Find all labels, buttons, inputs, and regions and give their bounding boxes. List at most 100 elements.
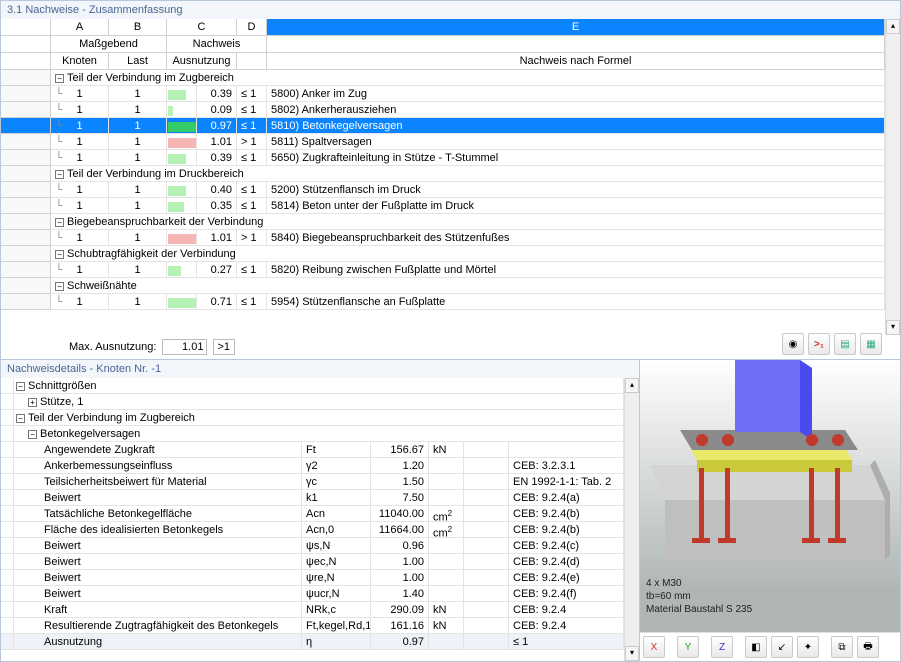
hdr-last[interactable]: Last (109, 53, 167, 70)
table-cell[interactable]: 1 (109, 182, 167, 198)
table-cell[interactable] (1, 150, 51, 166)
table-cell[interactable]: ≤ 1 (237, 262, 267, 278)
table-cell[interactable]: └1 (51, 198, 109, 214)
table-cell[interactable]: 5814) Beton unter der Fußplatte im Druck (267, 198, 885, 214)
table-cell[interactable]: └1 (51, 102, 109, 118)
print-icon[interactable]: 🖶 (857, 636, 879, 658)
group-header[interactable]: −Schubtragfähigkeit der Verbindung (51, 246, 885, 262)
col-C[interactable]: C (167, 19, 237, 36)
table-cell[interactable]: └1 (51, 294, 109, 310)
table-cell[interactable]: > 1 (237, 134, 267, 150)
table-cell[interactable]: 1 (109, 262, 167, 278)
table-cell[interactable]: 5811) Spaltversagen (267, 134, 885, 150)
table-cell[interactable]: └1 (51, 230, 109, 246)
table-cell[interactable] (167, 102, 197, 118)
table-cell[interactable]: 5800) Anker im Zug (267, 86, 885, 102)
table-cell[interactable]: └1 (51, 86, 109, 102)
table-cell[interactable]: ≤ 1 (237, 118, 267, 134)
group-header[interactable]: −Teil der Verbindung im Zugbereich (51, 70, 885, 86)
table-cell[interactable]: 1 (109, 150, 167, 166)
table-cell[interactable] (167, 150, 197, 166)
table-cell[interactable]: └1 (51, 118, 109, 134)
table-cell[interactable]: └1 (51, 182, 109, 198)
table-cell[interactable]: 1 (109, 134, 167, 150)
table-cell[interactable]: ≤ 1 (237, 150, 267, 166)
table-cell[interactable]: 5650) Zugkrafteinleitung in Stütze - T-S… (267, 150, 885, 166)
detail-cell[interactable]: −Betonkegelversagen (14, 426, 624, 442)
table-cell[interactable]: ≤ 1 (237, 198, 267, 214)
table-cell[interactable]: 5200) Stützenflansch im Druck (267, 182, 885, 198)
table-cell[interactable]: 1 (109, 230, 167, 246)
table-cell[interactable]: ≤ 1 (237, 182, 267, 198)
col-A[interactable]: A (51, 19, 109, 36)
table-cell[interactable]: 1 (109, 102, 167, 118)
table-cell[interactable] (1, 118, 51, 134)
col-B[interactable]: B (109, 19, 167, 36)
detail-cell[interactable]: −Teil der Verbindung im Zugbereich (14, 410, 624, 426)
table-cell[interactable] (1, 230, 51, 246)
table-cell[interactable] (167, 118, 197, 134)
table-cell[interactable]: 0.97 (197, 118, 237, 134)
table-cell[interactable] (167, 294, 197, 310)
model-viewer[interactable]: 4 x M30 tb=60 mm Material Baustahl S 235 (640, 360, 900, 632)
copy-icon[interactable]: ⧉ (831, 636, 853, 658)
hdr-formel[interactable]: Nachweis nach Formel (267, 53, 885, 70)
table-cell[interactable]: 0.71 (197, 294, 237, 310)
table-cell[interactable] (1, 134, 51, 150)
detail-cell[interactable]: +Stütze, 1 (14, 394, 624, 410)
table-cell[interactable]: 1 (109, 294, 167, 310)
table-cell[interactable]: └1 (51, 262, 109, 278)
preview-icon[interactable]: ◉ (782, 333, 804, 355)
details-table[interactable]: −Schnittgrößen+Stütze, 1−Teil der Verbin… (1, 378, 624, 661)
table-cell[interactable]: 0.09 (197, 102, 237, 118)
axis-z-icon[interactable]: Z (711, 636, 733, 658)
table-cell[interactable]: 5840) Biegebeanspruchbarkeit des Stützen… (267, 230, 885, 246)
table-cell[interactable] (1, 294, 51, 310)
iso-view-icon[interactable]: ◧ (745, 636, 767, 658)
scroll-up-icon[interactable]: ▴ (886, 19, 900, 34)
table-cell[interactable] (167, 198, 197, 214)
table-cell[interactable]: 1 (109, 198, 167, 214)
hdr-knoten[interactable]: Knoten (51, 53, 109, 70)
table-cell[interactable]: 5810) Betonkegelversagen (267, 118, 885, 134)
table-cell[interactable]: 1 (109, 118, 167, 134)
details-scrollbar[interactable]: ▴ ▾ (624, 378, 639, 661)
table-cell[interactable] (167, 182, 197, 198)
arrow-icon[interactable]: ↙ (771, 636, 793, 658)
table-cell[interactable] (167, 262, 197, 278)
table-cell[interactable] (167, 134, 197, 150)
scroll-down-icon[interactable]: ▾ (625, 646, 639, 661)
table-cell[interactable]: 5954) Stützenflansche an Fußplatte (267, 294, 885, 310)
chart-icon[interactable]: ▤ (834, 333, 856, 355)
axis-x-icon[interactable]: X (643, 636, 665, 658)
export-icon[interactable]: ▦ (860, 333, 882, 355)
axes-icon[interactable]: ✦ (797, 636, 819, 658)
col-E[interactable]: E (267, 19, 885, 36)
table-cell[interactable]: ≤ 1 (237, 294, 267, 310)
table-cell[interactable]: 1.01 (197, 230, 237, 246)
table-cell[interactable]: └1 (51, 134, 109, 150)
table-cell[interactable] (1, 86, 51, 102)
table-cell[interactable] (1, 182, 51, 198)
table-cell[interactable]: 1 (109, 86, 167, 102)
table-cell[interactable]: > 1 (237, 230, 267, 246)
table-cell[interactable]: └1 (51, 150, 109, 166)
group-header[interactable]: −Teil der Verbindung im Druckbereich (51, 166, 885, 182)
table-cell[interactable] (1, 102, 51, 118)
group-header[interactable]: −Schweißnähte (51, 278, 885, 294)
col-D[interactable]: D (237, 19, 267, 36)
table-cell[interactable]: 5820) Reibung zwischen Fußplatte und Mör… (267, 262, 885, 278)
results-table[interactable]: A B C D E Maßgebend Nachweis Knoten Last… (1, 19, 885, 310)
axis-y-icon[interactable]: Y (677, 636, 699, 658)
table-cell[interactable]: 5802) Ankerherausziehen (267, 102, 885, 118)
table-cell[interactable]: ≤ 1 (237, 86, 267, 102)
scroll-up-icon[interactable]: ▴ (625, 378, 639, 393)
table-cell[interactable] (1, 262, 51, 278)
scroll-down-icon[interactable]: ▾ (886, 320, 900, 335)
table-cell[interactable]: ≤ 1 (237, 102, 267, 118)
table-cell[interactable]: 0.35 (197, 198, 237, 214)
hdr-ausnutzung[interactable]: Ausnutzung (167, 53, 237, 70)
table-cell[interactable] (167, 230, 197, 246)
detail-cell[interactable]: −Schnittgrößen (14, 378, 624, 394)
table-cell[interactable]: 0.27 (197, 262, 237, 278)
